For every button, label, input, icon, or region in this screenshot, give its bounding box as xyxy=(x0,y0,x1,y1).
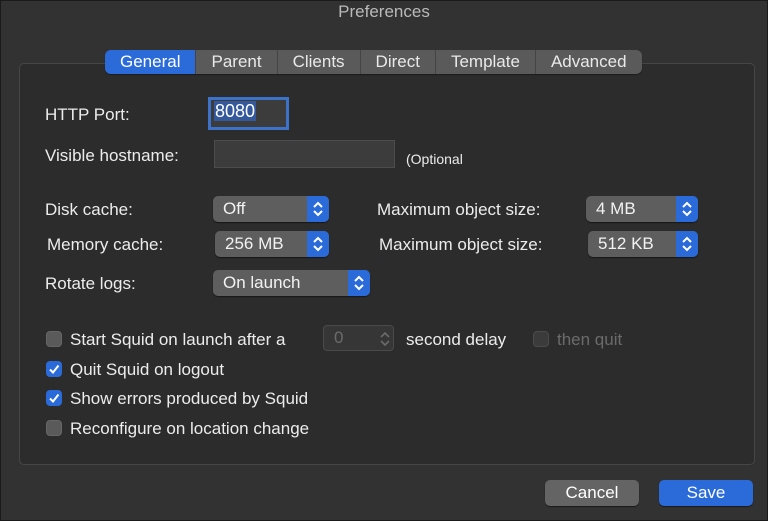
then-quit-checkbox[interactable] xyxy=(533,331,549,347)
reconfigure-label: Reconfigure on location change xyxy=(70,419,310,438)
tab-template[interactable]: Template xyxy=(434,50,535,74)
tab-general[interactable]: General xyxy=(105,50,196,74)
cancel-button[interactable]: Cancel xyxy=(545,480,639,506)
disk-cache-label: Disk cache: xyxy=(45,200,133,219)
chevron-updown-icon xyxy=(307,196,329,222)
memory-cache-label: Memory cache: xyxy=(47,235,164,254)
chevron-updown-icon xyxy=(676,196,698,222)
checkmark-icon xyxy=(49,393,60,404)
start-on-launch-label: Start Squid on launch after a xyxy=(70,330,286,349)
chevron-updown-icon xyxy=(307,231,329,257)
disk-max-object-popup[interactable]: 4 MB xyxy=(586,196,698,222)
http-port-field[interactable]: 8080 xyxy=(208,97,289,130)
disk-max-object-value: 4 MB xyxy=(596,199,636,218)
tab-advanced[interactable]: Advanced xyxy=(534,50,642,74)
optional-hint: (Optional xyxy=(406,151,463,167)
rotate-logs-label: Rotate logs: xyxy=(45,274,136,293)
disk-cache-popup[interactable]: Off xyxy=(213,196,329,222)
tab-parent[interactable]: Parent xyxy=(195,50,276,74)
preferences-window: Preferences General Parent Clients Direc… xyxy=(0,0,768,521)
visible-hostname-label: Visible hostname: xyxy=(45,146,179,165)
disk-cache-value: Off xyxy=(223,199,246,218)
then-quit-label: then quit xyxy=(557,330,623,349)
quit-on-logout-label: Quit Squid on logout xyxy=(70,360,225,379)
http-port-label: HTTP Port: xyxy=(45,105,130,124)
visible-hostname-field[interactable] xyxy=(214,140,395,168)
tab-direct[interactable]: Direct xyxy=(359,50,435,74)
chevron-updown-icon xyxy=(348,270,370,296)
memory-cache-value: 256 MB xyxy=(225,234,284,253)
show-errors-checkbox[interactable] xyxy=(46,390,62,406)
memory-max-object-value: 512 KB xyxy=(598,234,654,253)
stepper-arrows-icon xyxy=(380,330,390,354)
save-button[interactable]: Save xyxy=(659,480,753,506)
memory-cache-popup[interactable]: 256 MB xyxy=(215,231,329,257)
delay-stepper[interactable]: 0 xyxy=(323,325,394,351)
delay-value: 0 xyxy=(334,328,344,347)
http-port-value: 8080 xyxy=(214,101,257,121)
memory-max-object-label: Maximum object size: xyxy=(379,235,543,254)
rotate-logs-value: On launch xyxy=(223,273,301,292)
quit-on-logout-checkbox[interactable] xyxy=(46,361,62,377)
checkmark-icon xyxy=(49,364,60,375)
delay-suffix: second delay xyxy=(406,330,507,349)
tab-clients[interactable]: Clients xyxy=(276,50,360,74)
show-errors-label: Show errors produced by Squid xyxy=(70,389,309,408)
tab-bar: General Parent Clients Direct Template A… xyxy=(105,50,642,74)
window-title: Preferences xyxy=(338,2,430,21)
rotate-logs-popup[interactable]: On launch xyxy=(213,270,370,296)
disk-max-object-label: Maximum object size: xyxy=(377,200,541,219)
chevron-updown-icon xyxy=(676,231,698,257)
reconfigure-checkbox[interactable] xyxy=(46,420,62,436)
start-on-launch-checkbox[interactable] xyxy=(46,331,62,347)
memory-max-object-popup[interactable]: 512 KB xyxy=(588,231,698,257)
